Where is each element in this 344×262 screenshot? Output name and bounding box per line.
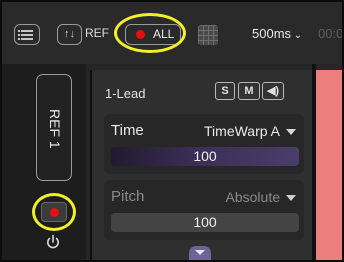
solo-button[interactable]: S [215, 82, 235, 100]
ref-mode-icon: ↑↓ [64, 28, 75, 40]
top-toolbar: ↑↓ REF ALL 500ms ⌄ 00:0 [2, 2, 342, 64]
pitch-label: Pitch [111, 188, 145, 205]
time-value: 100 [193, 148, 217, 164]
speaker-icon: ◀) [266, 85, 280, 97]
pitch-value: 100 [193, 214, 217, 230]
pitch-row: Pitch Absolute 100 [104, 180, 304, 240]
speaker-button[interactable]: ◀) [262, 82, 284, 100]
app-window: ↑↓ REF ALL 500ms ⌄ 00:0 REF 1 1-Lead S M… [0, 0, 344, 262]
grid-icon[interactable] [198, 25, 218, 45]
expand-arrow-icon[interactable] [189, 246, 211, 260]
ref-label: REF [85, 26, 109, 40]
time-mode-dropdown[interactable]: TimeWarp A [204, 123, 280, 139]
highlight-ring-all [114, 13, 186, 53]
time-row: Time TimeWarp A 100 [104, 114, 304, 174]
time-slider[interactable]: 100 [111, 147, 299, 166]
interval-selector[interactable]: 500ms ⌄ [252, 26, 302, 41]
timecode: 00:0 [318, 26, 344, 41]
mute-button[interactable]: M [238, 82, 260, 100]
clip-region[interactable] [316, 70, 342, 260]
chevron-down-icon[interactable] [286, 129, 296, 135]
ref1-label: REF 1 [47, 109, 63, 149]
chevron-down-icon[interactable] [286, 195, 296, 201]
power-icon[interactable] [45, 234, 61, 250]
highlight-ring-record [32, 193, 76, 231]
chevron-down-icon: ⌄ [291, 30, 303, 41]
ref-mode-button[interactable]: ↑↓ [57, 24, 82, 45]
pitch-slider[interactable]: 100 [111, 213, 299, 232]
time-label: Time [111, 122, 144, 139]
track-panel: 1-Lead S M ◀) Time TimeWarp A 100 Pitch … [90, 70, 314, 260]
track-title: 1-Lead [105, 86, 146, 101]
ref1-button[interactable]: REF 1 [36, 74, 72, 181]
track-list-button[interactable] [14, 24, 40, 45]
pitch-mode-dropdown[interactable]: Absolute [226, 189, 280, 205]
interval-label: 500ms [252, 26, 292, 41]
